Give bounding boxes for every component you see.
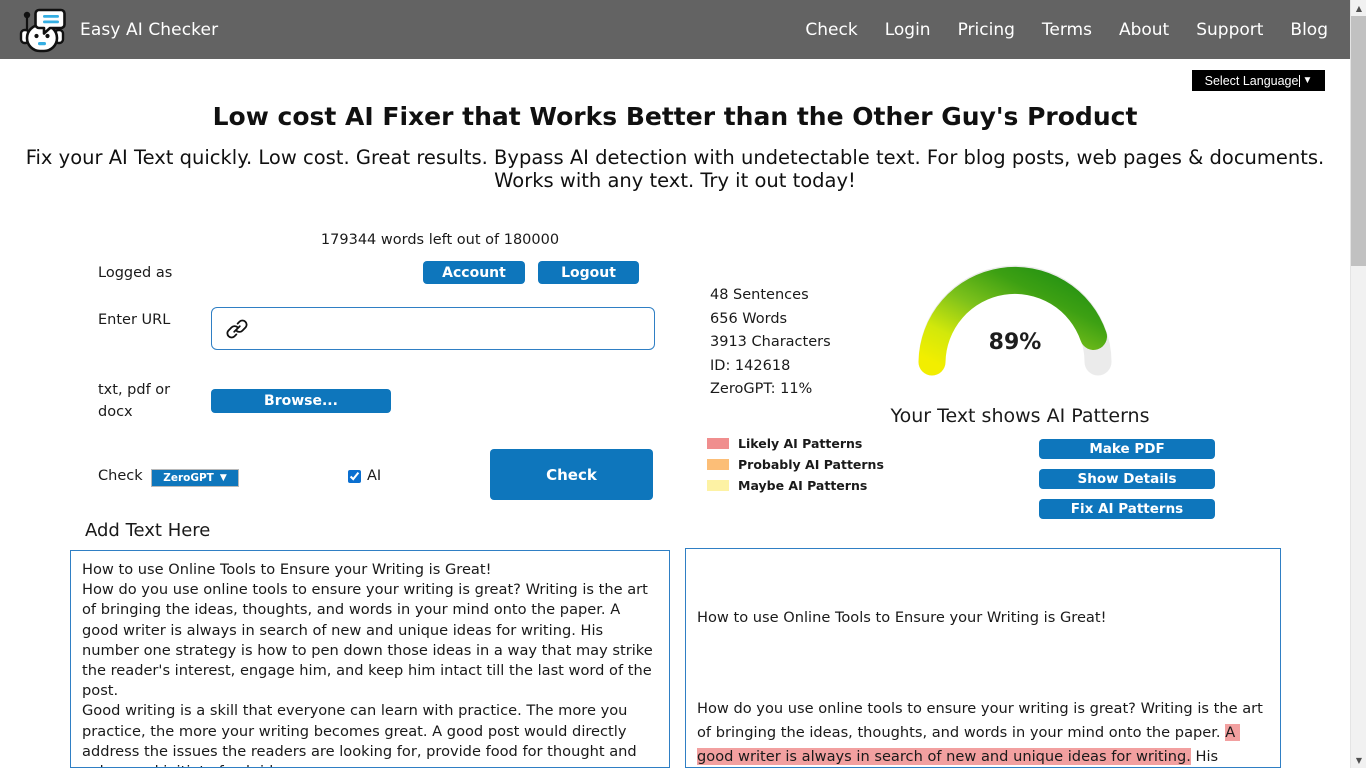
ai-checkbox[interactable]: [348, 470, 361, 483]
check-engine-label: Check: [98, 468, 143, 484]
stat-characters: 3913 Characters: [710, 331, 831, 355]
url-input[interactable]: [211, 307, 655, 350]
file-type-label: txt, pdf or docx: [98, 379, 188, 423]
legend-label-maybe: Maybe AI Patterns: [738, 478, 867, 493]
nav-item-terms[interactable]: Terms: [1042, 20, 1092, 40]
result-p2-pre: How do you use online tools to ensure yo…: [697, 700, 1268, 741]
nav-item-pricing[interactable]: Pricing: [958, 20, 1015, 40]
legend-label-likely: Likely AI Patterns: [738, 436, 862, 451]
nav-item-support[interactable]: Support: [1196, 20, 1263, 40]
pattern-legend: Likely AI Patterns Probably AI Patterns …: [707, 433, 884, 496]
scrollbar-thumb[interactable]: [1351, 16, 1366, 266]
link-icon: [224, 316, 250, 342]
legend-label-probably: Probably AI Patterns: [738, 457, 884, 472]
stat-sentences: 48 Sentences: [710, 284, 831, 308]
fix-ai-patterns-button[interactable]: Fix AI Patterns: [1039, 499, 1215, 519]
brand-name: Easy AI Checker: [80, 20, 218, 40]
stat-words: 656 Words: [710, 308, 831, 332]
nav-item-blog[interactable]: Blog: [1290, 20, 1328, 40]
select-language-label: Select Language: [1205, 74, 1299, 88]
text-cursor: [1299, 75, 1300, 87]
main-nav: Check Login Pricing Terms About Support …: [805, 20, 1328, 40]
show-details-button[interactable]: Show Details: [1039, 469, 1215, 489]
page-scrollbar[interactable]: ▲ ▼: [1350, 0, 1366, 768]
nav-item-login[interactable]: Login: [885, 20, 931, 40]
ai-checkbox-label: AI: [367, 468, 381, 484]
chevron-down-icon: ▼: [1302, 75, 1312, 86]
ai-checkbox-wrapper[interactable]: AI: [348, 468, 381, 484]
result-paragraph-2: How do you use online tools to ensure yo…: [697, 697, 1269, 768]
chevron-down-icon: ▼: [220, 473, 227, 483]
input-form: 179344 words left out of 180000 Logged a…: [0, 232, 680, 512]
stat-id: ID: 142618: [710, 355, 831, 379]
add-text-here-label: Add Text Here: [85, 520, 210, 541]
legend-swatch-probably: [707, 459, 729, 470]
app-page: Easy AI Checker Check Login Pricing Term…: [0, 0, 1366, 768]
engine-select-value: ZeroGPT: [163, 472, 214, 484]
result-paragraph-1: How to use Online Tools to Ensure your W…: [697, 606, 1269, 630]
nav-item-check[interactable]: Check: [805, 20, 857, 40]
check-button[interactable]: Check: [490, 449, 653, 500]
account-button[interactable]: Account: [423, 261, 525, 284]
legend-item-likely: Likely AI Patterns: [707, 433, 884, 454]
make-pdf-button[interactable]: Make PDF: [1039, 439, 1215, 459]
legend-item-probably: Probably AI Patterns: [707, 454, 884, 475]
legend-swatch-likely: [707, 438, 729, 449]
result-text-area[interactable]: How to use Online Tools to Ensure your W…: [685, 548, 1281, 768]
brand[interactable]: Easy AI Checker: [14, 2, 218, 58]
legend-item-maybe: Maybe AI Patterns: [707, 475, 884, 496]
robot-chat-icon: [14, 2, 70, 58]
browse-button[interactable]: Browse...: [211, 389, 391, 413]
legend-swatch-maybe: [707, 480, 729, 491]
top-navigation-bar: Easy AI Checker Check Login Pricing Term…: [0, 0, 1350, 59]
page-subtitle: Fix your AI Text quickly. Low cost. Grea…: [25, 146, 1325, 192]
logout-button[interactable]: Logout: [538, 261, 639, 284]
enter-url-label: Enter URL: [98, 312, 170, 328]
nav-item-about[interactable]: About: [1119, 20, 1169, 40]
select-language-widget[interactable]: Select Language▼: [1192, 70, 1325, 91]
stat-zerogpt: ZeroGPT: 11%: [710, 378, 831, 402]
page-title: Low cost AI Fixer that Works Better than…: [0, 102, 1350, 131]
scroll-down-arrow-icon[interactable]: ▼: [1351, 752, 1366, 768]
words-left-counter: 179344 words left out of 180000: [210, 232, 670, 248]
scroll-up-arrow-icon[interactable]: ▲: [1351, 0, 1366, 16]
gauge-value: 89%: [900, 330, 1130, 355]
ai-score-gauge: [900, 250, 1130, 390]
source-text-area[interactable]: How to use Online Tools to Ensure your W…: [70, 550, 670, 768]
engine-select[interactable]: ZeroGPT ▼: [151, 469, 239, 487]
gauge-caption: Your Text shows AI Patterns: [860, 405, 1180, 427]
text-stats: 48 Sentences 656 Words 3913 Characters I…: [710, 284, 831, 402]
logged-as-label: Logged as: [98, 265, 172, 281]
